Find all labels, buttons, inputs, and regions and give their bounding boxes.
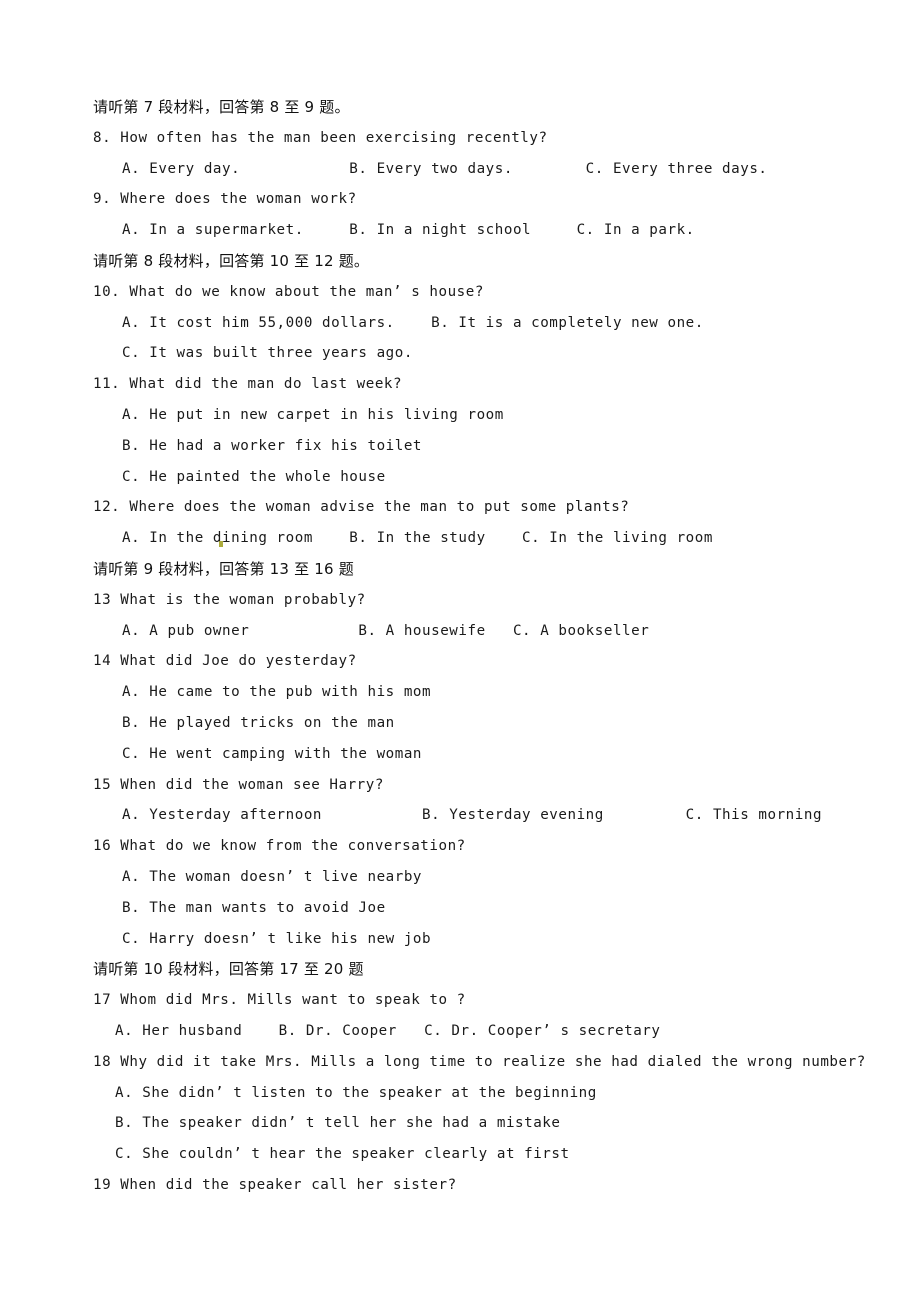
document-page: 请听第 7 段材料，回答第 8 至 9 题。 8. How often has t… — [0, 0, 920, 1302]
question-options: B. The speaker didn’ t tell her she had … — [115, 1115, 561, 1132]
question-stem: 9. Where does the woman work? — [93, 191, 357, 208]
question-stem: 10. What do we know about the man’ s hou… — [93, 283, 484, 300]
question-stem: 19 When did the speaker call her sister? — [93, 1176, 457, 1193]
question-stem: 18 Why did it take Mrs. Mills a long tim… — [93, 1053, 866, 1070]
question-options: A. In a supermarket. B. In a night schoo… — [122, 222, 695, 239]
exam-content: 请听第 7 段材料，回答第 8 至 9 题。 8. How often has t… — [93, 92, 866, 1201]
question-options: A. Yesterday afternoon B. Yesterday even… — [122, 807, 823, 824]
question-options: A. In the dining room B. In the study C.… — [122, 530, 713, 547]
question-options: C. She couldn’ t hear the speaker clearl… — [115, 1146, 570, 1163]
question-options: B. He had a worker fix his toilet — [122, 437, 423, 454]
question-options: B. He played tricks on the man — [122, 714, 395, 731]
scan-artifact-speck — [219, 541, 223, 547]
question-options: A. She didn’ t listen to the speaker at … — [115, 1084, 597, 1101]
question-options: C. He painted the whole house — [122, 468, 386, 485]
section-heading: 请听第 7 段材料，回答第 8 至 9 题。 — [93, 98, 350, 116]
question-stem: 11. What did the man do last week? — [93, 376, 403, 393]
question-options: A. Her husband B. Dr. Cooper C. Dr. Coop… — [115, 1022, 661, 1039]
question-stem: 17 Whom did Mrs. Mills want to speak to … — [93, 992, 466, 1009]
question-options: B. The man wants to avoid Joe — [122, 899, 386, 916]
question-options: A. The woman doesn’ t live nearby — [122, 868, 423, 885]
question-options: C. Harry doesn’ t like his new job — [122, 930, 432, 947]
section-heading: 请听第 9 段材料，回答第 13 至 16 题 — [93, 559, 354, 578]
question-stem: 14 What did Joe do yesterday? — [93, 653, 357, 670]
question-options: A. Every day. B. Every two days. C. Ever… — [122, 160, 768, 177]
section-heading: 请听第 8 段材料，回答第 10 至 12 题。 — [93, 251, 370, 270]
question-stem: 8. How often has the man been exercising… — [93, 129, 548, 146]
question-stem: 12. Where does the woman advise the man … — [93, 499, 630, 516]
question-stem: 16 What do we know from the conversation… — [93, 838, 466, 855]
section-heading: 请听第 10 段材料，回答第 17 至 20 题 — [93, 960, 364, 979]
question-stem: 13 What is the woman probably? — [93, 591, 366, 608]
question-options: A. He came to the pub with his mom — [122, 684, 432, 701]
question-options: A. He put in new carpet in his living ro… — [122, 406, 504, 423]
question-options: C. He went camping with the woman — [122, 745, 423, 762]
question-options: A. A pub owner B. A housewife C. A books… — [122, 622, 650, 639]
question-options: C. It was built three years ago. — [122, 345, 413, 362]
question-options: A. It cost him 55,000 dollars. B. It is … — [122, 314, 704, 331]
question-stem: 15 When did the woman see Harry? — [93, 776, 384, 793]
